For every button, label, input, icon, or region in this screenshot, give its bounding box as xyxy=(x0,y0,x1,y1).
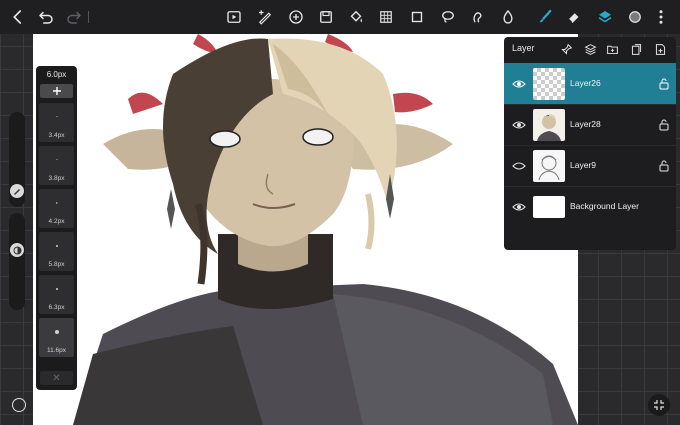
preset-label: 6.3px xyxy=(48,304,65,311)
layer-panel: Layer Layer26 Layer28 Layer9 Background … xyxy=(504,37,676,250)
lock-icon[interactable] xyxy=(658,78,670,90)
preset-label: 3.8px xyxy=(48,175,65,182)
artwork xyxy=(73,34,578,425)
preset-label: 4.2px xyxy=(48,218,65,225)
brush-preset-selected[interactable]: 11.6px xyxy=(39,318,74,357)
folder-icon[interactable] xyxy=(604,41,620,57)
brush-size-slider[interactable] xyxy=(9,112,25,207)
layer-thumbnail xyxy=(533,150,565,182)
add-layer-icon[interactable] xyxy=(652,41,668,57)
plus-icon xyxy=(52,87,61,95)
smudge-icon[interactable] xyxy=(466,5,490,29)
crop-icon[interactable] xyxy=(405,5,429,29)
layer-panel-title: Layer xyxy=(512,43,535,53)
brush-dot xyxy=(56,116,57,117)
layer-name: Layer28 xyxy=(570,119,601,129)
brush-size-panel: 6.0px 3.4px 3.8px 4.2px 5.8px 6.3px 11.6… xyxy=(36,66,77,390)
save-icon[interactable] xyxy=(314,5,338,29)
layer-name: Layer26 xyxy=(570,78,601,88)
layer-row[interactable]: Background Layer xyxy=(504,186,676,227)
eye-icon[interactable] xyxy=(512,200,526,214)
add-icon[interactable] xyxy=(284,5,308,29)
layer-row[interactable]: Layer9 xyxy=(504,145,676,186)
pencil-icon[interactable] xyxy=(10,184,24,198)
drawing-canvas[interactable] xyxy=(33,34,578,425)
brush-preset[interactable]: 3.4px xyxy=(39,103,74,142)
brush-dot xyxy=(56,159,57,160)
layer-thumbnail xyxy=(533,109,565,141)
current-brush-size: 6.0px xyxy=(46,70,67,79)
eye-icon[interactable] xyxy=(512,118,526,132)
grid-icon[interactable] xyxy=(374,5,398,29)
layer-row[interactable]: Layer26 xyxy=(504,63,676,104)
eye-hidden-icon[interactable] xyxy=(512,159,526,173)
eye-icon[interactable] xyxy=(512,77,526,91)
layer-panel-header: Layer xyxy=(504,37,676,61)
lasso-icon[interactable] xyxy=(436,5,460,29)
copy-icon[interactable] xyxy=(628,41,644,57)
brush-icon[interactable] xyxy=(533,5,557,29)
layer-thumbnail xyxy=(533,68,565,100)
collapse-icon[interactable] xyxy=(648,394,670,416)
back-icon[interactable] xyxy=(6,5,30,29)
color-icon[interactable] xyxy=(623,5,647,29)
add-preset-button[interactable] xyxy=(40,84,73,98)
adjust-brush-icon[interactable] xyxy=(253,5,277,29)
preset-label: 5.8px xyxy=(48,261,65,268)
layer-name: Background Layer xyxy=(570,201,639,211)
fill-icon[interactable] xyxy=(344,5,368,29)
brush-preset[interactable]: 4.2px xyxy=(39,189,74,228)
layer-row[interactable]: Layer28 xyxy=(504,104,676,145)
circle-icon[interactable] xyxy=(12,398,26,412)
brush-preset[interactable]: 3.8px xyxy=(39,146,74,185)
video-icon[interactable] xyxy=(222,5,246,29)
layer-name: Layer9 xyxy=(570,160,596,170)
opacity-icon[interactable] xyxy=(10,243,24,257)
lock-icon[interactable] xyxy=(658,119,670,131)
preset-label: 11.6px xyxy=(46,347,67,354)
layers-icon[interactable] xyxy=(593,5,617,29)
lock-icon[interactable] xyxy=(658,160,670,172)
redo-icon[interactable] xyxy=(62,5,86,29)
top-toolbar xyxy=(0,0,680,34)
brush-dot xyxy=(54,330,59,334)
brush-preset[interactable]: 5.8px xyxy=(39,232,74,271)
stack-icon[interactable] xyxy=(582,41,598,57)
eraser-icon[interactable] xyxy=(562,5,586,29)
brush-dot xyxy=(55,245,58,247)
delete-preset-icon[interactable]: ✕ xyxy=(40,371,73,385)
undo-icon[interactable] xyxy=(34,5,58,29)
more-icon[interactable] xyxy=(649,5,673,29)
brush-dot xyxy=(55,288,58,290)
brush-preset[interactable]: 6.3px xyxy=(39,275,74,314)
drop-icon[interactable] xyxy=(496,5,520,29)
layer-thumbnail xyxy=(533,196,565,218)
pin-icon[interactable] xyxy=(558,41,574,57)
preset-label: 3.4px xyxy=(48,132,65,139)
toolbar-divider xyxy=(88,11,89,23)
brush-dot xyxy=(55,202,58,204)
brush-opacity-slider[interactable] xyxy=(9,213,25,310)
